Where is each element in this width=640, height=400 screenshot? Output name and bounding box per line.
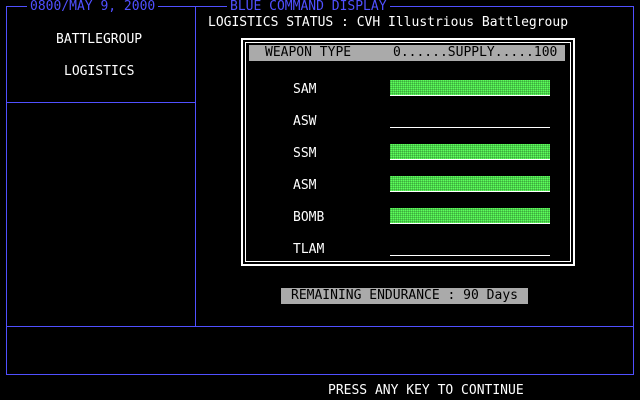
supply-bar-baseline bbox=[390, 127, 550, 128]
header-weapon-type: WEAPON TYPE bbox=[265, 45, 352, 60]
weapon-label-bomb: BOMB bbox=[293, 210, 325, 225]
supply-bar-fill bbox=[390, 144, 550, 160]
supply-bar-fill bbox=[390, 176, 550, 192]
supply-bar-fill bbox=[390, 208, 550, 224]
supply-bar-asw bbox=[390, 112, 550, 128]
supply-bar-baseline bbox=[390, 255, 550, 256]
menu-item-battlegroup[interactable]: BATTLEGROUP bbox=[56, 33, 142, 47]
supply-bar-baseline bbox=[390, 223, 550, 224]
supply-bar-baseline bbox=[390, 95, 550, 96]
supply-bar-ssm bbox=[390, 144, 550, 160]
supply-bar-baseline bbox=[390, 159, 550, 160]
header-supply-scale: 0......SUPPLY.....100 bbox=[393, 45, 558, 60]
remaining-endurance: REMAINING ENDURANCE : 90 Days bbox=[281, 288, 528, 304]
menu-item-logistics[interactable]: LOGISTICS bbox=[64, 65, 134, 79]
frame-divider-bottom bbox=[6, 326, 634, 327]
supply-bar-baseline bbox=[390, 191, 550, 192]
press-any-key-prompt[interactable]: PRESS ANY KEY TO CONTINUE bbox=[328, 384, 524, 398]
frame-bottom bbox=[6, 374, 634, 375]
supply-panel: WEAPON TYPE 0......SUPPLY.....100 SAM AS… bbox=[241, 38, 575, 266]
frame-left bbox=[6, 6, 7, 375]
supply-bar-bomb bbox=[390, 208, 550, 224]
frame-divider-left bbox=[6, 102, 196, 103]
weapon-label-asm: ASM bbox=[293, 178, 317, 193]
header-title: BLUE COMMAND DISPLAY bbox=[227, 0, 390, 14]
supply-table-header: WEAPON TYPE 0......SUPPLY.....100 bbox=[249, 45, 565, 61]
weapon-label-sam: SAM bbox=[293, 82, 317, 97]
header-datetime: 0800/MAY 9, 2000 bbox=[27, 0, 159, 14]
supply-bar-fill bbox=[390, 80, 550, 96]
supply-bar-asm bbox=[390, 176, 550, 192]
weapon-label-asw: ASW bbox=[293, 114, 317, 129]
frame-right bbox=[633, 6, 634, 375]
status-title: LOGISTICS STATUS : CVH Illustrious Battl… bbox=[208, 15, 569, 30]
supply-bar-sam bbox=[390, 80, 550, 96]
supply-bar-tlam bbox=[390, 240, 550, 256]
frame-divider-vertical bbox=[195, 6, 196, 327]
weapon-label-tlam: TLAM bbox=[293, 242, 325, 257]
weapon-label-ssm: SSM bbox=[293, 146, 317, 161]
